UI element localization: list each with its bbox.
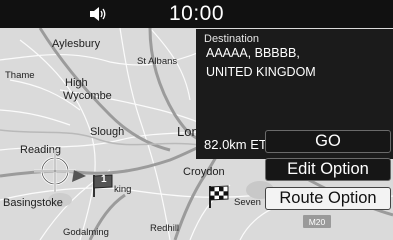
map-label-sevenoaks: Seven bbox=[234, 197, 261, 208]
waypoint-number: 1 bbox=[101, 174, 107, 185]
clock: 10:00 bbox=[168, 2, 225, 25]
status-bar: 10:00 bbox=[0, 0, 393, 28]
map-label-st-albans: St Albans bbox=[137, 56, 178, 67]
map-label-wycombe: Wycombe bbox=[63, 90, 112, 102]
destination-label: Destination bbox=[204, 33, 260, 45]
navigation-screen: Aylesbury St Albans Thame High Wycombe S… bbox=[0, 0, 393, 240]
map-label-godalming: Godalming bbox=[63, 227, 109, 238]
edit-option-button[interactable]: Edit Option bbox=[265, 158, 391, 181]
map-label-croydon: Croydon bbox=[183, 166, 225, 178]
go-button[interactable]: GO bbox=[265, 130, 391, 153]
map-label-redhill: Redhill bbox=[150, 223, 180, 234]
road-number-badge: M20 bbox=[303, 215, 331, 228]
map-label-thame: Thame bbox=[5, 70, 35, 81]
map-label-woking: king bbox=[114, 184, 132, 195]
vehicle-arrow-icon bbox=[72, 170, 86, 182]
destination-address-line2: UNITED KINGDOM bbox=[206, 65, 316, 79]
route-option-button[interactable]: Route Option bbox=[265, 187, 391, 210]
destination-address-line1: AAAAA, BBBBB, bbox=[206, 46, 300, 60]
map-label-aylesbury: Aylesbury bbox=[52, 38, 101, 50]
map-label-basingstoke: Basingstoke bbox=[3, 197, 63, 209]
map-label-high: High bbox=[65, 77, 88, 89]
map-label-slough: Slough bbox=[90, 126, 125, 138]
destination-flag-icon[interactable] bbox=[206, 183, 232, 209]
